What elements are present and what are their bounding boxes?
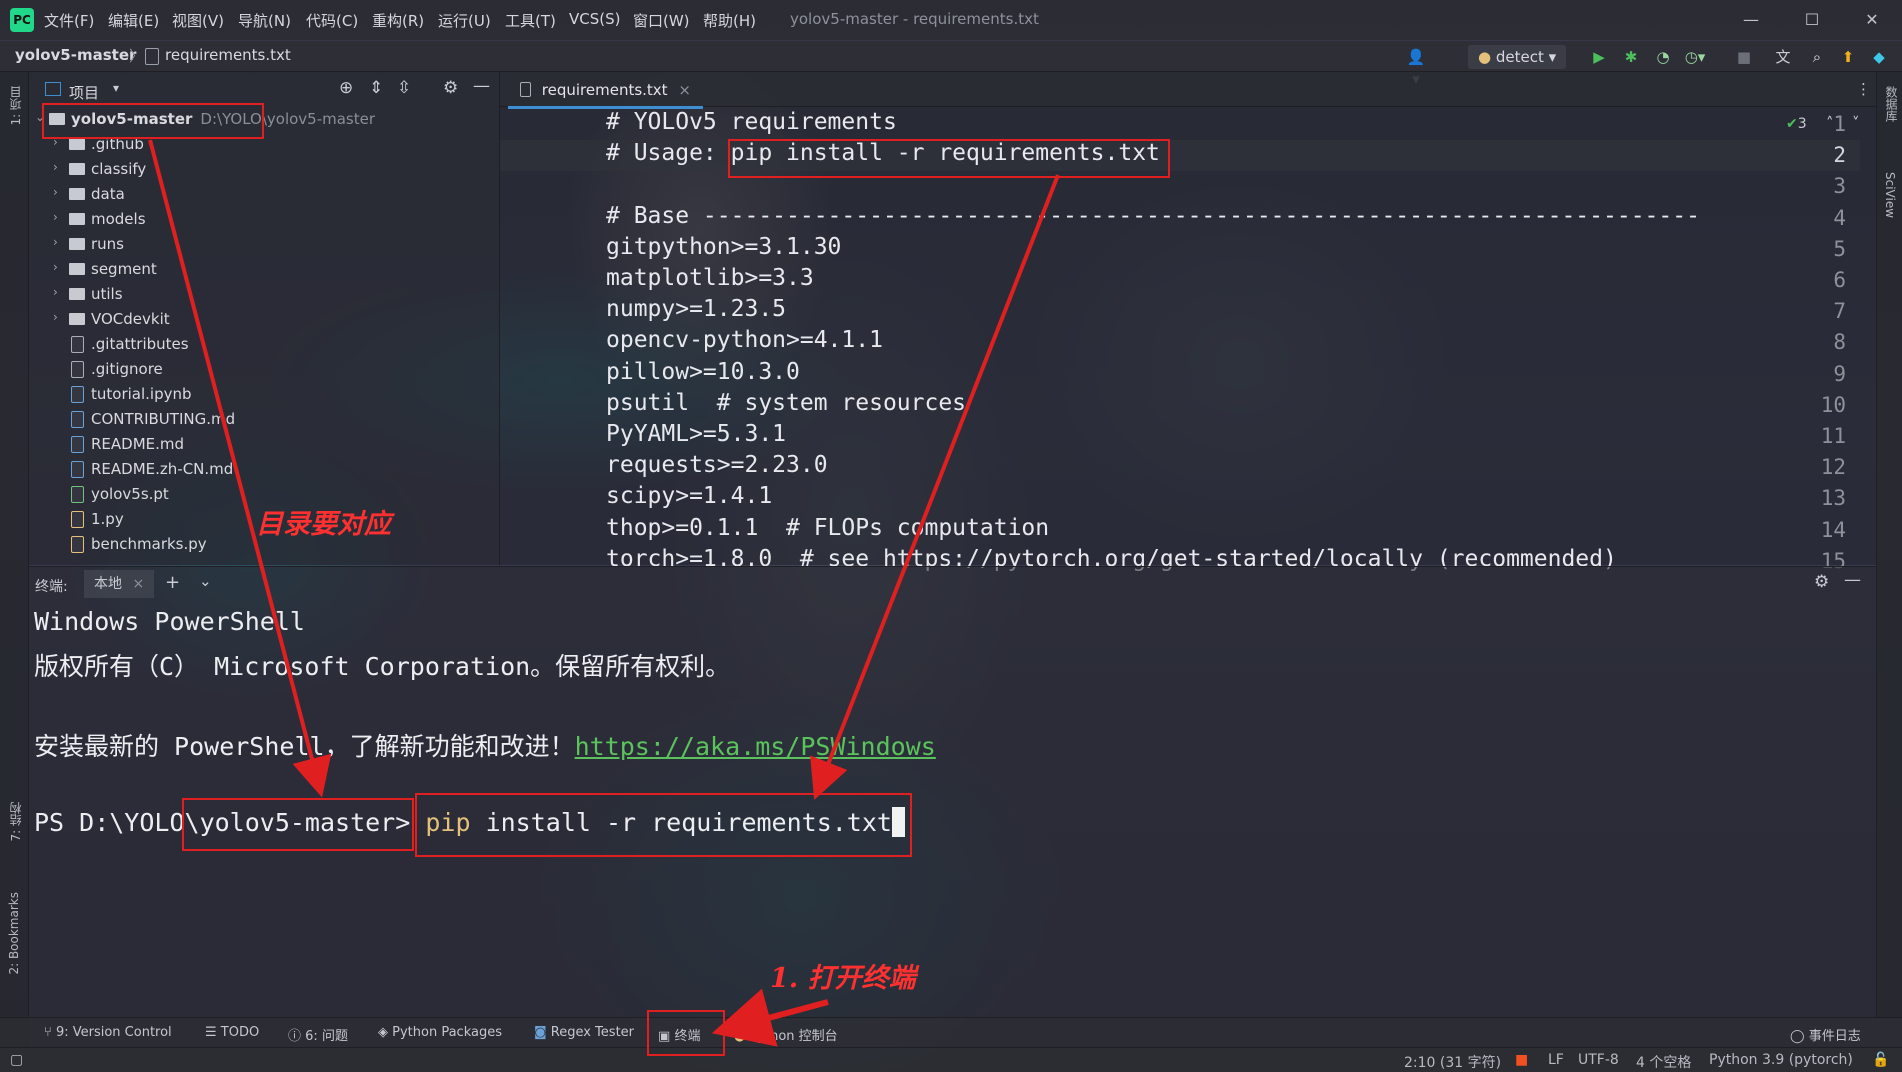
- arrow-usage-to-command: [810, 174, 1060, 800]
- arrow-to-terminal-tab: [711, 988, 829, 1047]
- annotation-arrows: [148, 139, 1060, 1047]
- arrow-dir-to-prompt: [148, 139, 332, 798]
